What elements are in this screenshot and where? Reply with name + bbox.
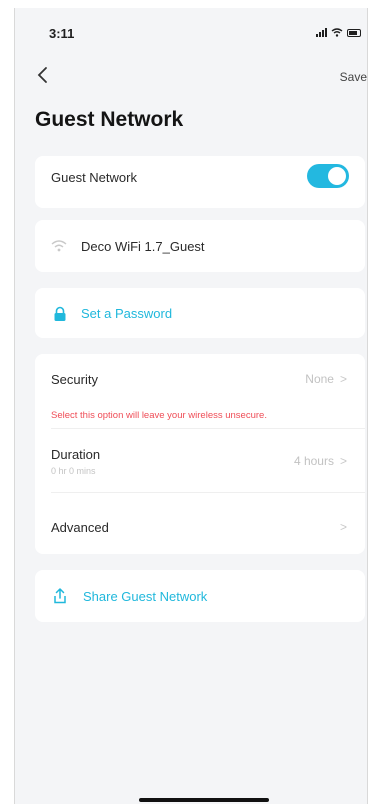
status-icons [316,28,361,37]
guest-network-toggle[interactable] [307,164,349,188]
security-row[interactable]: Security None > [35,354,365,404]
signal-icon [316,28,327,37]
chevron-right-icon: > [339,520,347,534]
divider [51,492,365,493]
password-card[interactable]: Set a Password [35,288,365,338]
advanced-label: Advanced [51,519,109,535]
wifi-icon [51,240,67,252]
chevron-right-icon: > [339,372,347,386]
duration-sub-label: 0 hr 0 mins [51,465,96,476]
divider [51,428,365,429]
status-bar: 3:11 [15,8,367,52]
battery-icon [347,28,361,37]
toggle-knob [328,167,346,185]
set-password-link[interactable]: Set a Password [81,306,172,321]
page-title: Guest Network [35,108,184,131]
phone-screen: 3:11 Save Guest Network Guest Network De… [14,8,368,804]
back-arrow-icon[interactable] [33,64,55,86]
security-warning: Select this option will leave your wirel… [51,410,267,421]
wifi-status-icon [331,28,343,37]
guest-network-card: Guest Network [35,156,365,208]
share-card[interactable]: Share Guest Network [35,570,365,622]
security-value-wrap: None > [305,372,347,386]
security-label: Security [51,371,98,387]
ssid-card[interactable]: Deco WiFi 1.7_Guest [35,220,365,272]
nav-bar: Save [15,60,367,90]
security-value: None [305,372,334,386]
home-indicator[interactable] [139,798,269,802]
chevron-right-icon: > [339,454,347,468]
duration-label: Duration [51,446,101,462]
share-guest-network-button[interactable]: Share Guest Network [83,589,207,604]
settings-card: Security None > Select this option will … [35,354,365,554]
lock-icon [54,306,66,321]
duration-value: 4 hours [293,454,334,468]
advanced-value-wrap: > [340,520,347,534]
status-time: 3:11 [49,26,75,41]
duration-row[interactable]: Duration 0 hr 0 mins 4 hours > [35,438,365,484]
ssid-label: Deco WiFi 1.7_Guest [81,238,205,254]
duration-value-wrap: 4 hours > [294,454,347,468]
advanced-row[interactable]: Advanced > [35,504,365,550]
share-icon [54,588,66,604]
save-button[interactable]: Save [340,70,367,84]
guest-network-label: Guest Network [51,169,137,185]
